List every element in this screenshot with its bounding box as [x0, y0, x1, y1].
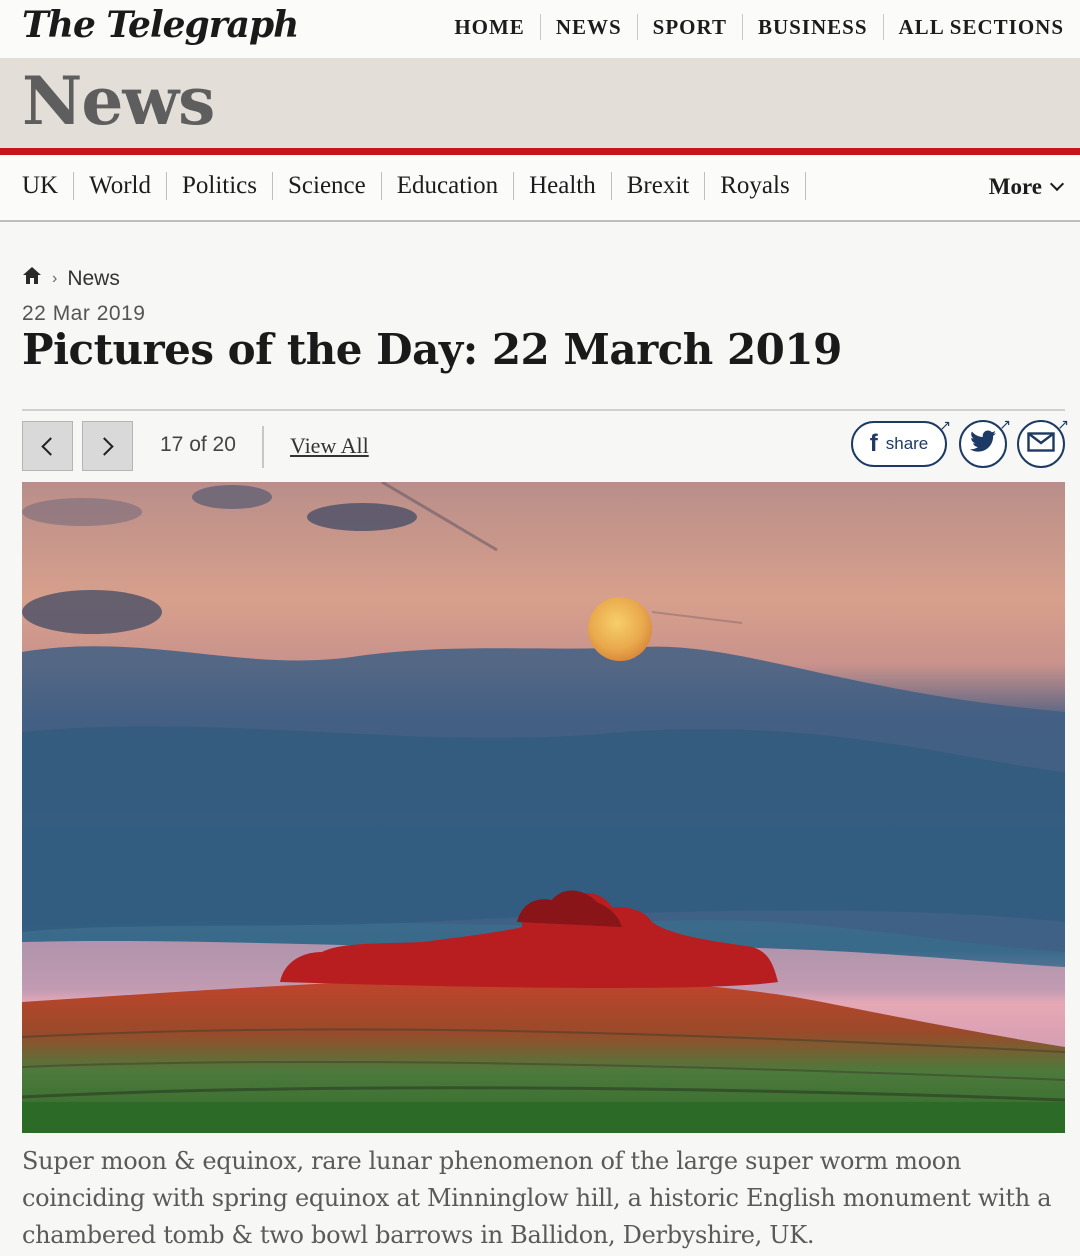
external-link-icon: ↗	[999, 417, 1011, 433]
divider	[22, 409, 1065, 411]
page-title: Pictures of the Day: 22 March 2019	[22, 325, 842, 374]
external-link-icon: ↗	[939, 418, 951, 434]
subnav-item-health[interactable]: Health	[514, 172, 612, 200]
section-band: News	[0, 58, 1080, 148]
breadcrumb-separator: ›	[52, 269, 58, 287]
gallery-counter: 17 of 20	[160, 433, 236, 456]
topnav-business[interactable]: BUSINESS	[743, 14, 884, 40]
twitter-icon	[969, 430, 997, 459]
supermoon-photo	[22, 482, 1065, 1133]
external-link-icon: ↗	[1057, 417, 1069, 433]
home-icon[interactable]	[22, 266, 42, 291]
email-icon	[1027, 431, 1055, 457]
more-label: More	[988, 174, 1042, 199]
topnav-all-sections[interactable]: ALL SECTIONS	[884, 14, 1064, 40]
subnav-item-brexit[interactable]: Brexit	[612, 172, 706, 200]
breadcrumb-current[interactable]: News	[67, 267, 120, 291]
breadcrumb: › News	[22, 266, 120, 291]
article-date: 22 Mar 2019	[22, 302, 146, 325]
topnav-news[interactable]: NEWS	[541, 14, 638, 40]
subnav-item-world[interactable]: World	[74, 172, 167, 200]
photo-caption: Super moon & equinox, rare lunar phenome…	[22, 1147, 1052, 1249]
subnav-item-royals[interactable]: Royals	[705, 172, 806, 200]
topnav-home[interactable]: HOME	[439, 14, 541, 40]
top-nav: HOME NEWS SPORT BUSINESS ALL SECTIONS	[439, 14, 1064, 40]
facebook-icon: f	[869, 430, 878, 457]
subnav-item-uk[interactable]: UK	[22, 172, 75, 200]
more-menu-button[interactable]: More	[988, 174, 1065, 200]
next-button[interactable]	[82, 421, 133, 471]
chevron-down-icon	[1049, 176, 1065, 192]
email-share-button[interactable]: ↗	[1017, 417, 1069, 468]
section-subnav: UK World Politics Science Education Heal…	[0, 155, 1080, 222]
subnav-item-science[interactable]: Science	[273, 172, 382, 200]
telegraph-logo[interactable]: The Telegraph	[22, 4, 299, 46]
topnav-sport[interactable]: SPORT	[638, 14, 743, 40]
twitter-share-button[interactable]: ↗	[959, 417, 1011, 468]
subnav-item-education[interactable]: Education	[382, 172, 515, 200]
view-all-link[interactable]: View All	[290, 433, 369, 459]
share-label: share	[885, 434, 929, 453]
subnav-item-politics[interactable]: Politics	[167, 172, 273, 200]
accent-rule	[0, 148, 1080, 155]
section-title[interactable]: News	[22, 62, 215, 140]
divider	[262, 426, 264, 468]
previous-button[interactable]	[22, 421, 73, 471]
chevron-left-icon	[41, 436, 60, 456]
facebook-share-button[interactable]: f share ↗	[851, 418, 951, 467]
top-bar: The Telegraph HOME NEWS SPORT BUSINESS A…	[0, 0, 1080, 58]
chevron-right-icon	[95, 436, 114, 456]
gallery-photo[interactable]	[22, 482, 1065, 1133]
